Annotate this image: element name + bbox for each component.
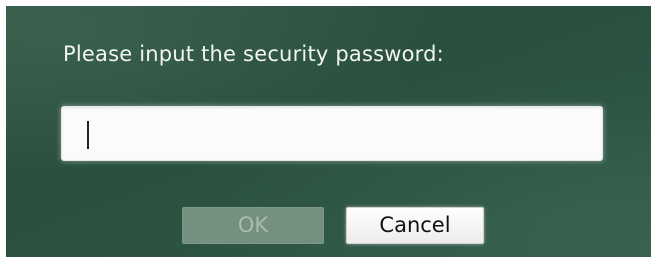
ok-button[interactable]: OK <box>182 207 324 244</box>
text-caret <box>87 121 89 149</box>
prompt-text: Please input the security password: <box>63 42 444 66</box>
password-input[interactable] <box>61 106 603 161</box>
password-dialog: Please input the security password: OK C… <box>6 6 651 257</box>
cancel-button[interactable]: Cancel <box>346 207 484 244</box>
screen-frame: Please input the security password: OK C… <box>0 0 657 261</box>
